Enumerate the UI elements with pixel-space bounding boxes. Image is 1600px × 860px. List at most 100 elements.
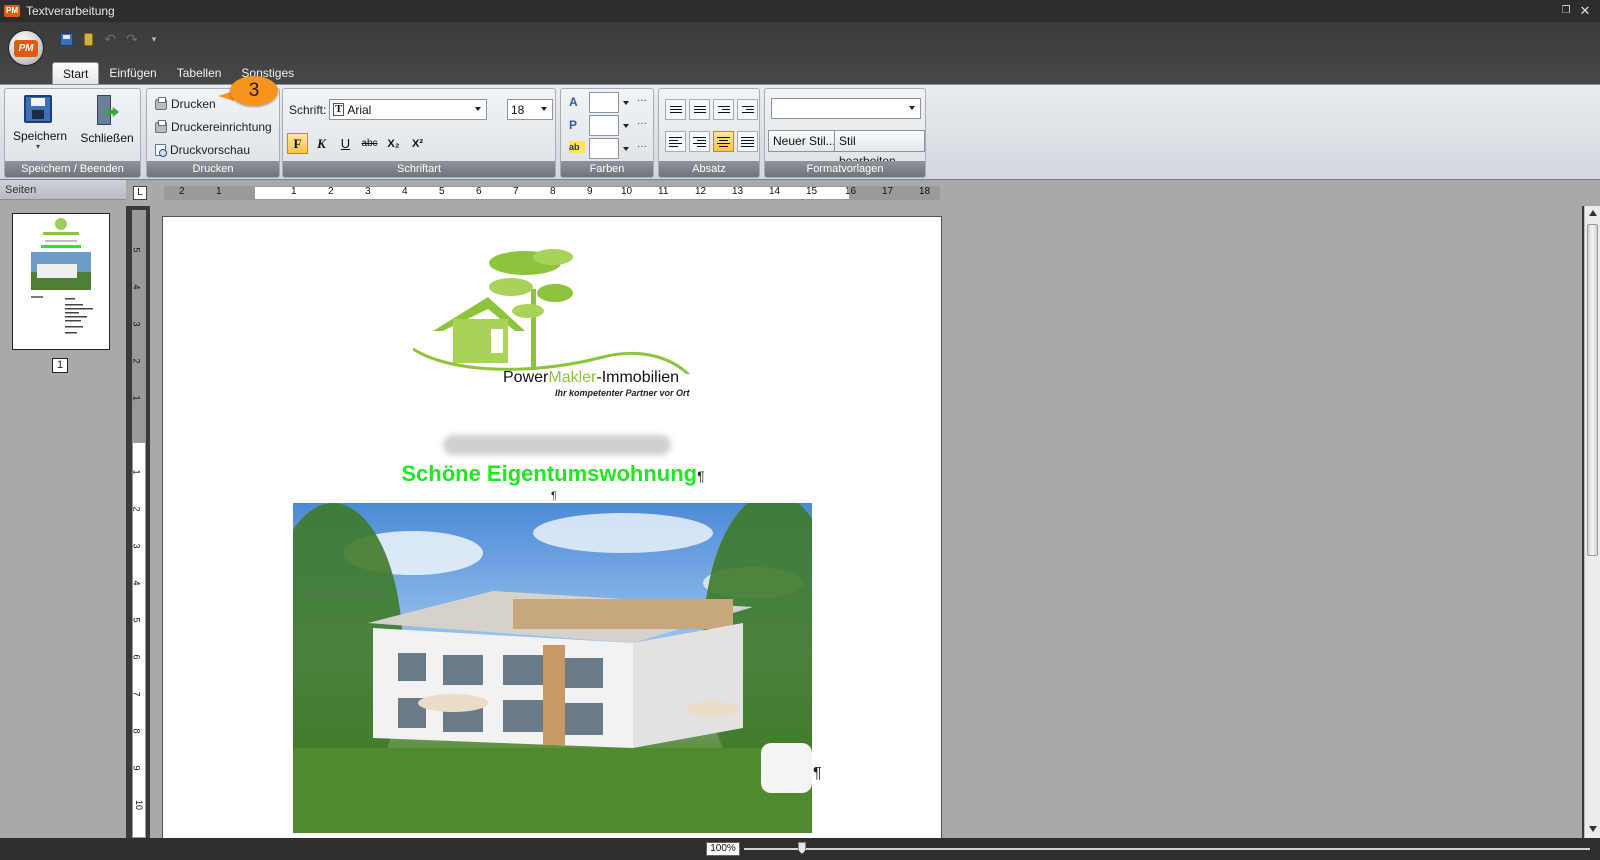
ruler-tick: 14	[769, 186, 781, 197]
font-label: Schrift:	[289, 103, 327, 117]
zoom-slider-thumb[interactable]	[798, 842, 806, 854]
ruler-tick: 2	[131, 506, 142, 512]
style-select[interactable]	[771, 98, 921, 119]
print-button[interactable]: Drucken	[155, 96, 216, 111]
text-color-swatch[interactable]	[589, 92, 619, 113]
undo-button[interactable]: ↶	[102, 31, 118, 47]
ruler-tick: 3	[131, 543, 142, 549]
group-label: Farben	[561, 161, 653, 177]
ruler-tick: 17	[882, 186, 894, 197]
ruler-tick: 2	[179, 186, 185, 197]
ruler-tick: 7	[131, 691, 142, 697]
qat-clipboard-button[interactable]	[80, 31, 96, 47]
horizontal-ruler[interactable]: 2 1 1 2 3 4 5 6 7 8 9 10 11 12 13 14 15 …	[164, 186, 940, 200]
align-left-button[interactable]	[665, 131, 686, 152]
document-headline[interactable]: Schöne Eigentumswohnung¶	[163, 461, 943, 487]
ruler-tick: 5	[439, 186, 445, 197]
chevron-down-icon: ▾	[151, 33, 157, 44]
scroll-down-icon[interactable]	[1589, 826, 1597, 832]
restore-icon[interactable]: ❐	[1560, 5, 1572, 16]
print-preview-button[interactable]: Druckvorschau	[155, 143, 250, 157]
text-color-dropdown[interactable]	[621, 92, 631, 113]
vertical-ruler[interactable]: 5 4 3 2 1 1 2 3 4 5 6 7 8 9 10	[132, 210, 146, 838]
print-preview-icon	[155, 144, 167, 157]
floppy-icon	[24, 95, 52, 123]
align-justify-button[interactable]	[737, 131, 758, 152]
vertical-scrollbar[interactable]	[1584, 206, 1600, 838]
text-color-more-button[interactable]: ···	[635, 92, 649, 113]
paragraph-color-swatch[interactable]	[589, 115, 619, 136]
subscript-button[interactable]: X₂	[383, 133, 404, 154]
increase-indent-button[interactable]	[737, 99, 758, 120]
group-label: Speichern / Beenden	[5, 161, 140, 177]
app-logo-icon: PM	[14, 39, 38, 57]
ruler-tick: 15	[806, 186, 818, 197]
ruler-tick: 6	[476, 186, 482, 197]
ruler-tick: 2	[131, 358, 142, 364]
company-slogan: Ihr kompetenter Partner vor Ort	[555, 388, 690, 398]
zoom-slider[interactable]	[744, 848, 1590, 850]
numbered-list-button[interactable]	[689, 99, 710, 120]
ruler-tick: 1	[291, 186, 297, 197]
align-right-button[interactable]	[689, 131, 710, 152]
paragraph-color-dropdown[interactable]	[621, 115, 631, 136]
page-thumbnail-preview	[31, 218, 93, 334]
redo-button[interactable]: ↷	[124, 31, 140, 47]
highlight-color-more-button[interactable]: ···	[635, 138, 649, 159]
edit-style-button[interactable]: Stil bearbeiten...	[834, 130, 925, 168]
property-photo[interactable]	[293, 503, 812, 833]
page-thumbnail[interactable]	[12, 213, 110, 350]
group-label: Schriftart	[283, 161, 555, 177]
company-logo-text: PowerMakler-Immobilien	[503, 369, 680, 386]
align-center-button[interactable]	[713, 131, 734, 152]
highlight-color-swatch[interactable]	[589, 138, 619, 159]
font-size-value: 18	[511, 102, 525, 117]
callout-number: 3	[230, 76, 278, 106]
italic-button[interactable]: K	[311, 133, 332, 154]
strikethrough-button[interactable]: abc	[359, 133, 380, 154]
tab-stop-selector[interactable]: L	[133, 186, 147, 200]
font-group: Schrift: T Arial 18 F K U abc X₂ X² Schr…	[282, 88, 556, 178]
ruler-tick: 8	[550, 186, 556, 197]
status-bar: 100%	[0, 838, 1600, 860]
ruler-tick: 1	[131, 469, 142, 475]
font-size-select[interactable]: 18	[507, 99, 553, 120]
scrollbar-thumb[interactable]	[1587, 224, 1598, 556]
ruler-tick: 4	[402, 186, 408, 197]
document-canvas[interactable]: PowerMakler-Immobilien Ihr kompetenter P…	[150, 206, 1582, 838]
save-button[interactable]: Speichern ▾	[13, 95, 67, 151]
pages-pane: Seiten 1	[0, 180, 126, 838]
new-style-button[interactable]: Neuer Stil...	[768, 130, 841, 152]
underline-button[interactable]: U	[335, 133, 356, 154]
close-icon[interactable]: ✕	[1578, 3, 1592, 18]
document-page[interactable]: PowerMakler-Immobilien Ihr kompetenter P…	[162, 216, 942, 838]
bold-button[interactable]: F	[287, 133, 308, 154]
qat-customize-button[interactable]: ▾	[146, 31, 162, 47]
title-bar: PM Textverarbeitung ❐ ✕	[0, 0, 1600, 22]
decrease-indent-button[interactable]	[713, 99, 734, 120]
ruler-tick: 4	[131, 284, 142, 290]
group-label: Formatvorlagen	[765, 161, 925, 177]
bullet-list-button[interactable]	[665, 99, 686, 120]
zoom-level: 100%	[706, 842, 740, 856]
paragraph-color-more-button[interactable]: ···	[635, 115, 649, 136]
tab-start[interactable]: Start	[52, 62, 100, 84]
ruler-tick: 10	[134, 799, 145, 811]
superscript-button[interactable]: X²	[407, 133, 428, 154]
redo-icon: ↷	[126, 30, 138, 47]
qat-save-button[interactable]	[58, 31, 74, 47]
window-title: Textverarbeitung	[26, 4, 115, 18]
printer-settings-icon	[155, 119, 167, 133]
highlight-color-dropdown[interactable]	[621, 138, 631, 159]
close-document-button[interactable]: Schließen	[79, 95, 135, 145]
ruler-tick: 5	[131, 617, 142, 623]
app-menu-button[interactable]: PM	[8, 30, 44, 66]
tab-einfuegen[interactable]: Einfügen	[99, 62, 166, 84]
scroll-up-icon[interactable]	[1589, 210, 1597, 216]
font-family-select[interactable]: T Arial	[329, 99, 487, 120]
ruler-tick: 1	[216, 186, 222, 197]
chevron-down-icon	[909, 106, 915, 110]
chevron-down-icon: ▾	[35, 142, 40, 151]
paragraph-mark: ¶	[813, 765, 822, 782]
printer-setup-button[interactable]: Druckereinrichtung	[155, 119, 272, 134]
